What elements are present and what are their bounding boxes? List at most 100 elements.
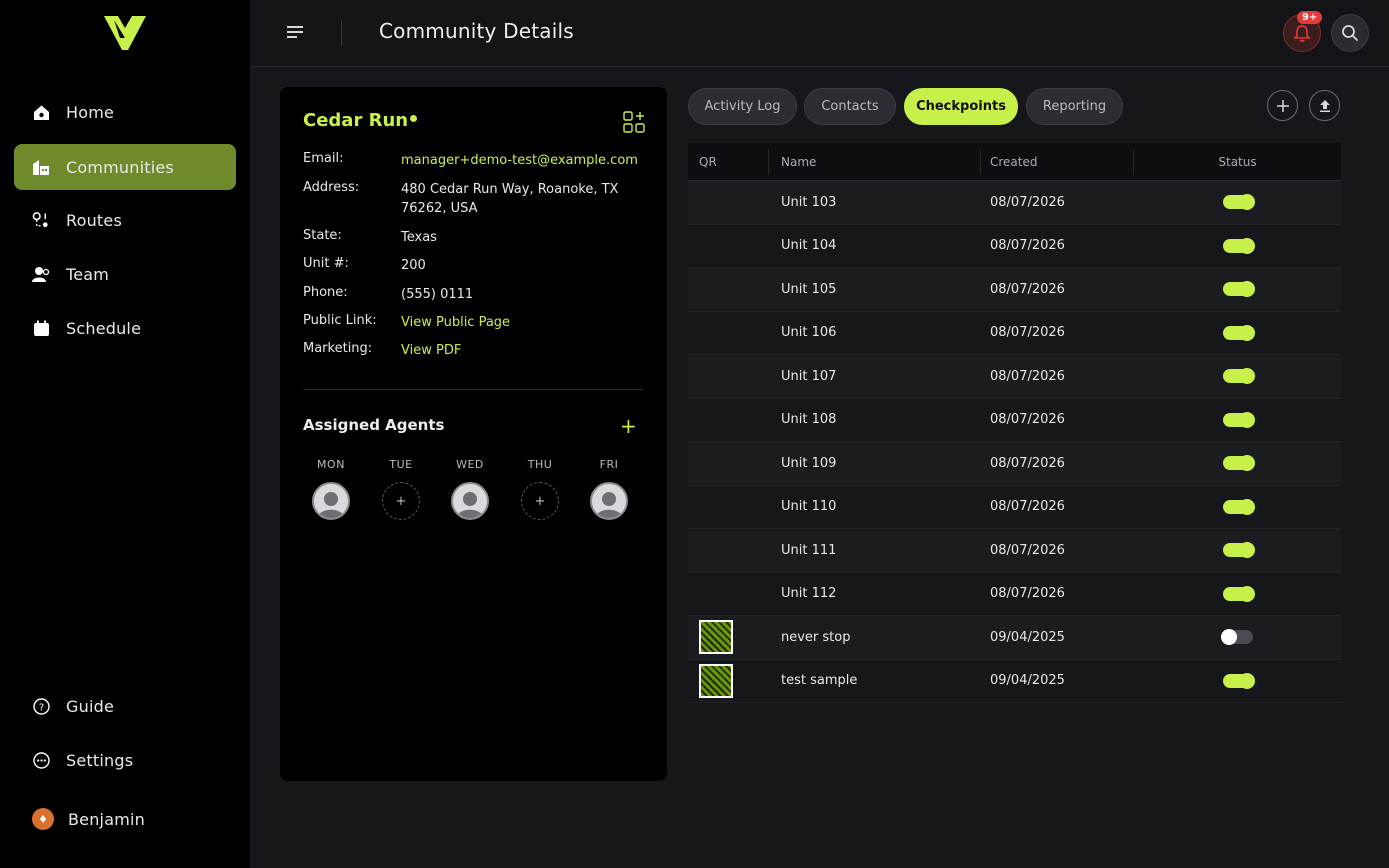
table-row[interactable]: Unit 111 08/07/2026 <box>688 529 1341 573</box>
status-toggle[interactable] <box>1222 455 1255 472</box>
table-row[interactable]: test sample 09/04/2025 <box>688 659 1341 703</box>
assign-agent-slot[interactable]: + <box>382 482 420 520</box>
nav-schedule[interactable]: Schedule <box>14 305 236 351</box>
view-pdf-link[interactable]: View PDF <box>401 341 648 360</box>
toggle-knob <box>1238 542 1255 559</box>
status-cell <box>1134 281 1341 298</box>
created-date: 08/07/2026 <box>990 368 1065 384</box>
address-value: 480 Cedar Run Way, Roanoke, TX 76262, US… <box>401 182 619 216</box>
agent-avatar[interactable] <box>590 482 628 520</box>
building-icon <box>32 158 50 176</box>
field-label: Email: <box>303 151 344 166</box>
checkpoint-name: Unit 108 <box>781 412 837 428</box>
column-header-status[interactable]: Status <box>1134 143 1341 181</box>
table-row[interactable]: Unit 110 08/07/2026 <box>688 485 1341 529</box>
tab-reporting[interactable]: Reporting <box>1026 88 1123 125</box>
table-row[interactable]: Unit 104 08/07/2026 <box>688 224 1341 268</box>
user-avatar: ♦ <box>32 808 54 830</box>
app-root: Home Communities Routes Team Schedule ? … <box>0 0 1389 868</box>
toggle-knob <box>1238 498 1255 515</box>
nav-home[interactable]: Home <box>14 89 236 135</box>
upload-button[interactable] <box>1309 90 1340 121</box>
nav-guide[interactable]: ? Guide <box>14 683 236 729</box>
qr-code-thumbnail[interactable] <box>699 663 733 698</box>
status-toggle[interactable] <box>1222 368 1255 385</box>
view-public-page-link[interactable]: View Public Page <box>401 313 648 332</box>
toggle-knob <box>1238 368 1255 385</box>
table-row[interactable]: Unit 107 08/07/2026 <box>688 355 1341 399</box>
status-toggle[interactable] <box>1222 498 1255 515</box>
nav-communities[interactable]: Communities <box>14 144 236 190</box>
created-date: 09/04/2025 <box>990 673 1065 689</box>
status-toggle[interactable] <box>1222 237 1255 254</box>
day-label: WED <box>456 458 484 471</box>
agent-avatar[interactable] <box>312 482 350 520</box>
checkpoint-name: Unit 111 <box>781 542 837 558</box>
qr-code-thumbnail[interactable] <box>699 620 733 655</box>
status-toggle[interactable] <box>1222 281 1255 298</box>
status-cell <box>1134 455 1341 472</box>
created-date: 08/07/2026 <box>990 281 1065 297</box>
table-row[interactable]: Unit 103 08/07/2026 <box>688 181 1341 225</box>
status-toggle[interactable] <box>1222 542 1255 559</box>
search-button[interactable] <box>1331 14 1369 52</box>
add-checkpoint-button[interactable] <box>1267 90 1298 121</box>
email-link[interactable]: manager+demo-test@example.com <box>401 151 648 170</box>
created-date: 08/07/2026 <box>990 455 1065 471</box>
community-card: Cedar Run Email: manager+demo-test@examp… <box>280 87 667 781</box>
field-phone: Phone: (555) 0111 <box>303 285 648 304</box>
column-header-name[interactable]: Name <box>769 143 981 181</box>
table-row[interactable]: Unit 105 08/07/2026 <box>688 268 1341 312</box>
page-title: Community Details <box>379 19 574 43</box>
user-profile[interactable]: ♦ Benjamin <box>32 808 145 830</box>
nav-communities-label: Communities <box>66 157 174 177</box>
assign-agent-slot[interactable]: + <box>521 482 559 520</box>
status-toggle[interactable] <box>1222 585 1255 602</box>
status-toggle[interactable] <box>1222 324 1255 341</box>
nav-routes[interactable]: Routes <box>14 197 236 243</box>
status-toggle[interactable] <box>1222 411 1255 428</box>
checkpoint-name: Unit 106 <box>781 325 837 341</box>
status-toggle[interactable] <box>1220 629 1253 646</box>
nav-team[interactable]: Team <box>14 251 236 297</box>
table-row[interactable]: Unit 112 08/07/2026 <box>688 572 1341 616</box>
field-label: Public Link: <box>303 313 377 328</box>
status-toggle[interactable] <box>1222 672 1255 689</box>
help-icon: ? <box>32 697 50 715</box>
created-date: 09/04/2025 <box>990 629 1065 645</box>
table-body: Unit 103 08/07/2026 Unit 104 08/07/2026 Unit… <box>688 181 1341 703</box>
qr-cell <box>688 663 769 698</box>
header-divider <box>341 20 342 46</box>
status-toggle[interactable] <box>1222 194 1255 211</box>
tab-checkpoints[interactable]: Checkpoints <box>904 88 1018 125</box>
checkpoint-name: never stop <box>781 629 851 645</box>
status-cell <box>1134 324 1341 341</box>
tab-contacts[interactable]: Contacts <box>804 88 896 125</box>
checkpoint-name: Unit 105 <box>781 281 837 297</box>
day-label: FRI <box>599 458 619 471</box>
field-unit: Unit #: 200 <box>303 256 648 275</box>
nav-settings[interactable]: Settings <box>14 737 236 783</box>
field-label: Phone: <box>303 285 348 300</box>
checkpoints-table: QR Name Created Status Unit 103 08/07/202… <box>688 143 1341 703</box>
status-cell <box>1134 411 1341 428</box>
table-row[interactable]: Unit 108 08/07/2026 <box>688 398 1341 442</box>
qr-cell <box>688 620 769 655</box>
table-row[interactable]: never stop 09/04/2025 <box>688 616 1341 660</box>
table-row[interactable]: Unit 106 08/07/2026 <box>688 311 1341 355</box>
created-date: 08/07/2026 <box>990 542 1065 558</box>
brand-logo[interactable] <box>104 16 146 52</box>
agent-avatar[interactable] <box>451 482 489 520</box>
field-state: State: Texas <box>303 228 648 247</box>
table-row[interactable]: Unit 109 08/07/2026 <box>688 442 1341 486</box>
qr-add-icon[interactable] <box>623 111 645 133</box>
menu-toggle-button[interactable] <box>286 22 306 42</box>
toggle-knob <box>1238 324 1255 341</box>
field-label: Unit #: <box>303 256 349 271</box>
add-agent-button[interactable]: + <box>620 416 637 436</box>
state-value: Texas <box>401 230 437 245</box>
tab-activity-log[interactable]: Activity Log <box>688 88 797 125</box>
nav-settings-label: Settings <box>66 750 134 770</box>
day-label: MON <box>317 458 345 471</box>
column-header-created[interactable]: Created <box>981 143 1134 181</box>
